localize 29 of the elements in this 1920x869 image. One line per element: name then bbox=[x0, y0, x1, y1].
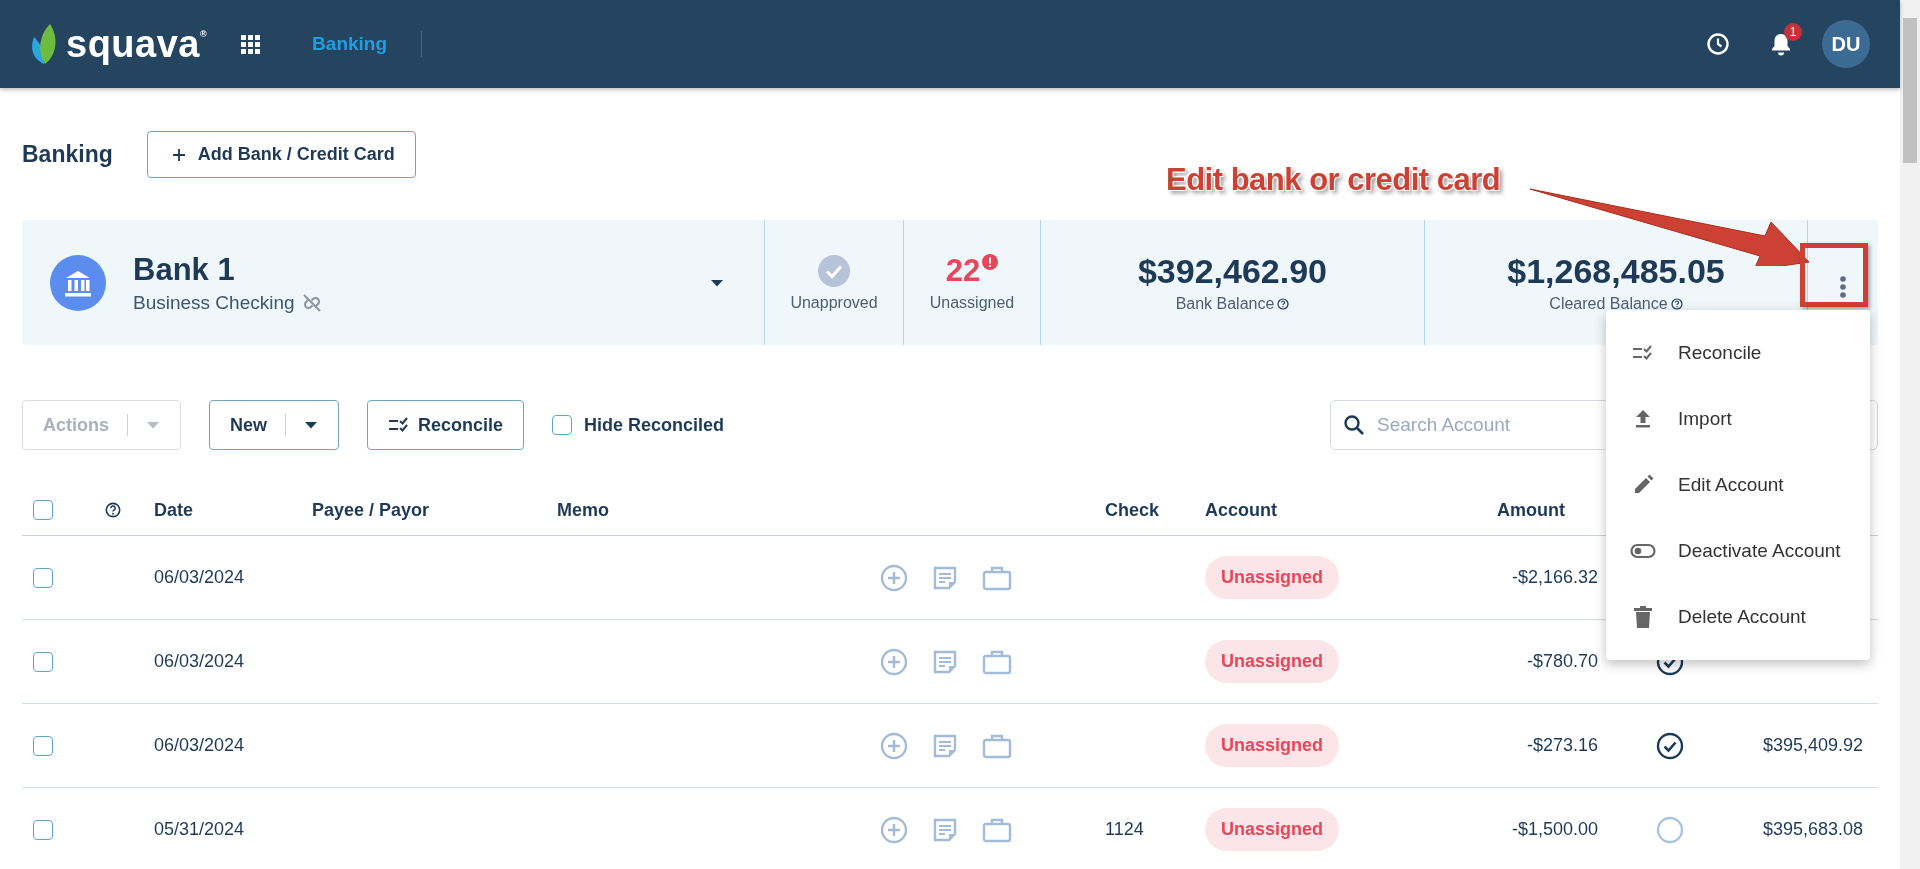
date-cell-text: 06/03/2024 bbox=[153, 567, 246, 588]
stat-label: Unassigned bbox=[929, 293, 1015, 312]
amount-cell-text: -$2,166.32 bbox=[1510, 567, 1599, 588]
annotation-text: Edit bank or credit card bbox=[1166, 162, 1501, 198]
notification-badge: 1 bbox=[1784, 23, 1802, 41]
date-cell-text: 05/31/2024 bbox=[153, 819, 246, 840]
check-number: 1124 bbox=[1105, 819, 1144, 840]
balance-amount: $392,462.90 bbox=[1137, 252, 1328, 291]
date-cell-text: 06/03/2024 bbox=[153, 651, 246, 672]
balance-cell: $395,409.92 bbox=[1762, 735, 1863, 756]
column-header: Account bbox=[1204, 499, 1278, 521]
stat-label: Unapproved bbox=[790, 293, 878, 312]
amount-cell-text: -$273.16 bbox=[1525, 735, 1599, 756]
unassigned-count: 22 bbox=[945, 253, 981, 288]
balance-label: Cleared Balance bbox=[1549, 295, 1668, 313]
balance-amount: $1,268,485.05 bbox=[1507, 252, 1725, 291]
column-header: Payee / Payor bbox=[311, 499, 431, 521]
column-header: Memo bbox=[556, 499, 610, 521]
column-header: Date bbox=[153, 499, 194, 521]
balance-cell: $395,683.08 bbox=[1762, 819, 1863, 840]
page-title: Banking bbox=[22, 141, 113, 168]
account-type: Business Checking bbox=[133, 291, 295, 314]
balance-label: Bank Balance bbox=[1175, 295, 1275, 313]
date-cell-text: 06/03/2024 bbox=[153, 735, 246, 756]
account-name: Bank 1 bbox=[133, 251, 236, 288]
amount-cell-text: -$1,500.00 bbox=[1510, 819, 1599, 840]
column-header: Check bbox=[1104, 499, 1161, 521]
column-header: Amount bbox=[1496, 499, 1566, 521]
amount-cell-text: -$780.70 bbox=[1525, 651, 1599, 672]
